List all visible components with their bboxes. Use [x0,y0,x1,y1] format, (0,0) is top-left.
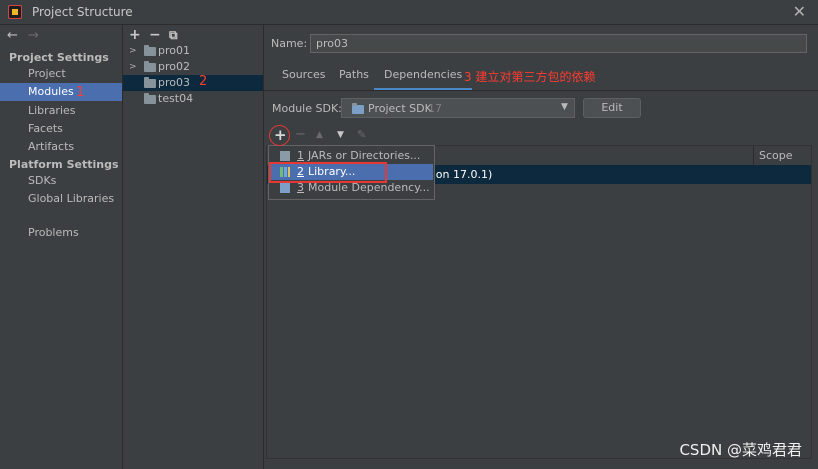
nav-item-libraries[interactable]: Libraries [0,102,122,120]
annotation-box [269,162,387,183]
module-sdk-label: Module SDK: [272,102,342,115]
module-row-pro03[interactable]: pro03 2 [123,74,263,91]
module-icon [280,183,290,193]
tabs-divider [264,90,818,91]
window-title: Project Structure [32,5,133,19]
module-sdk-combo[interactable]: Project SDK 17 ▼ [341,98,575,118]
forward-arrow-icon[interactable]: → [28,28,39,43]
nav-item-artifacts[interactable]: Artifacts [0,138,122,156]
jar-icon [280,151,290,161]
module-name: pro03 [158,76,190,89]
nav-item-modules[interactable]: Modules 1 [0,83,122,101]
remove-module-icon[interactable]: − [149,27,161,43]
module-folder-icon [144,61,156,72]
sdk-folder-icon [352,103,364,114]
nav-item-global-libraries[interactable]: Global Libraries [0,190,122,208]
module-name: test04 [158,92,194,105]
title-bar: Project Structure ✕ [0,0,818,25]
module-folder-icon [144,45,156,56]
annotation-circle [269,125,290,146]
nav-item-modules-label: Modules [28,85,74,98]
chevron-right-icon[interactable]: > [129,59,137,75]
tab-sources[interactable]: Sources [282,68,326,88]
sdk-version: 17 [428,102,442,115]
scope-column-header[interactable]: Scope [759,149,793,162]
chevron-down-icon[interactable]: ▼ [561,102,568,112]
nav-item-project[interactable]: Project [0,65,122,83]
move-up-icon[interactable]: ▲ [316,130,323,140]
annotation-step-2: 2 [199,74,208,89]
module-name: pro02 [158,60,190,73]
copy-module-icon[interactable]: ⧉ [169,28,178,43]
back-arrow-icon[interactable]: ← [7,28,18,43]
nav-item-facets[interactable]: Facets [0,120,122,138]
chevron-right-icon[interactable]: > [129,43,137,59]
watermark: CSDN @菜鸡君君 [679,441,802,459]
add-module-icon[interactable]: + [129,27,141,43]
tab-paths[interactable]: Paths [339,68,369,88]
move-down-icon[interactable]: ▼ [337,130,344,140]
settings-nav: ← → Project Settings Project Modules 1 L… [0,25,123,469]
module-tree-panel: + − ⧉ > pro01 > pro02 pro03 2 test04 [123,25,264,469]
column-divider [753,146,754,165]
intellij-app-icon [8,5,22,19]
project-settings-header: Project Settings [9,51,109,64]
edit-dependency-icon[interactable]: ✎ [357,128,366,141]
close-icon[interactable]: ✕ [793,2,806,21]
module-row-pro01[interactable]: > pro01 [123,43,263,59]
edit-sdk-button[interactable]: Edit [583,98,641,118]
module-name-field[interactable]: pro03 [310,34,807,53]
annotation-step-3: 3 建立对第三方包的依赖 [464,70,596,84]
platform-settings-header: Platform Settings [9,158,119,171]
module-row-test04[interactable]: test04 [123,91,263,107]
module-row-pro02[interactable]: > pro02 [123,59,263,75]
annotation-step-1: 1 [76,85,85,100]
module-name: pro01 [158,44,190,57]
remove-dependency-icon[interactable]: − [295,127,306,142]
sdk-value: Project SDK [368,102,432,115]
nav-item-problems[interactable]: Problems [0,224,122,242]
name-label: Name: [271,37,308,50]
module-folder-icon [144,93,156,104]
dependency-row-text: sion 17.0.1) [427,168,493,181]
nav-item-sdks[interactable]: SDKs [0,172,122,190]
module-folder-icon [144,77,156,88]
tab-dependencies[interactable]: Dependencies [374,68,473,91]
